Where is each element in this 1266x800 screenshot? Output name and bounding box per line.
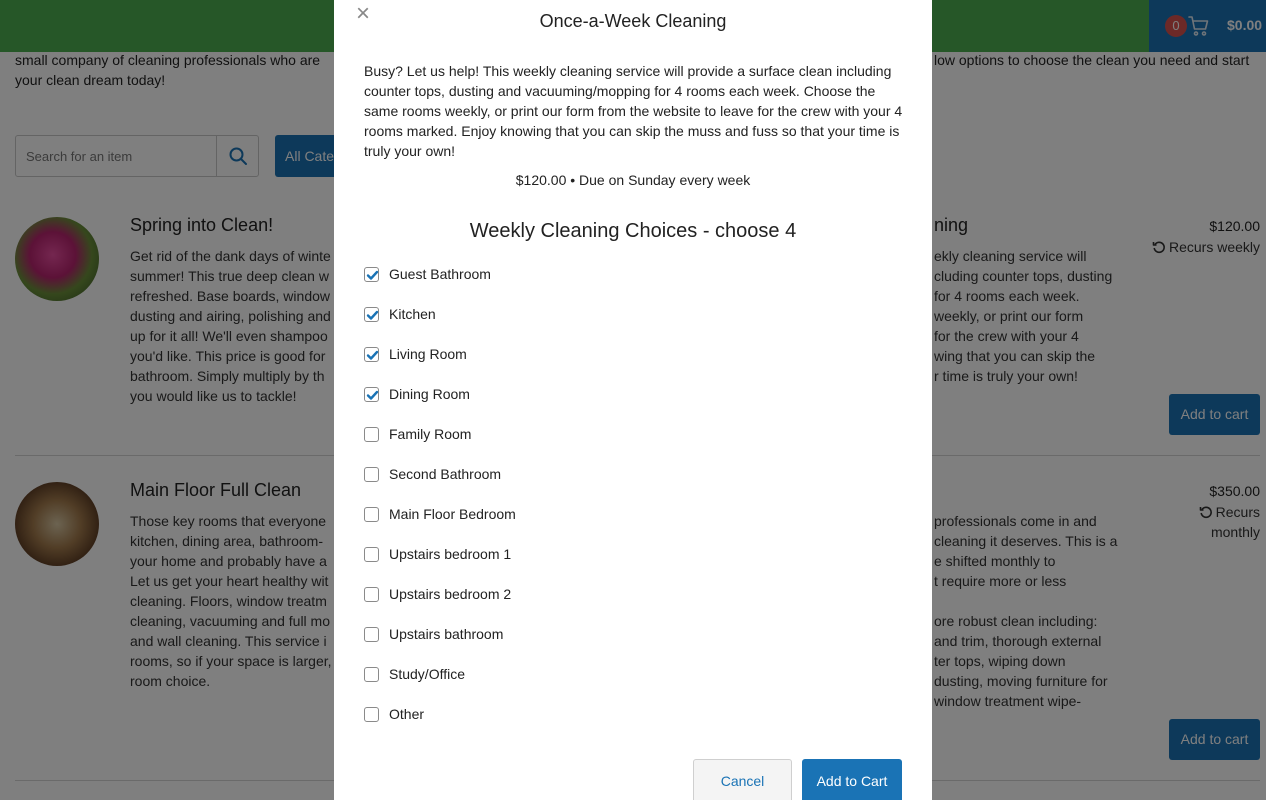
choice-option[interactable]: Upstairs bathroom: [364, 624, 503, 644]
choice-label[interactable]: Kitchen: [389, 306, 436, 322]
modal-title: Once-a-Week Cleaning: [539, 11, 727, 31]
checkbox-checked[interactable]: [364, 386, 379, 402]
checkbox[interactable]: [364, 466, 379, 482]
choice-option[interactable]: Living Room: [364, 344, 467, 364]
choice-option[interactable]: Second Bathroom: [364, 464, 501, 484]
checkbox[interactable]: [364, 426, 379, 442]
cancel-button[interactable]: Cancel: [693, 759, 792, 800]
choice-label[interactable]: Other: [389, 706, 424, 722]
choice-option[interactable]: Dining Room: [364, 384, 470, 404]
checkbox-checked[interactable]: [364, 266, 379, 282]
choice-label[interactable]: Family Room: [389, 426, 471, 442]
choice-label[interactable]: Living Room: [389, 346, 467, 362]
choice-label[interactable]: Upstairs bedroom 2: [389, 586, 511, 602]
choice-option[interactable]: Guest Bathroom: [364, 264, 491, 284]
choice-option[interactable]: Study/Office: [364, 664, 465, 684]
modal-price-line: $120.00 • Due on Sunday every week: [515, 172, 751, 188]
modal-description: Busy? Let us help! This weekly cleaning …: [364, 63, 903, 159]
add-to-cart-modal-button[interactable]: Add to Cart: [802, 759, 902, 800]
choice-option[interactable]: Kitchen: [364, 304, 436, 324]
checkbox-checked[interactable]: [364, 306, 379, 322]
choices-title: Weekly Cleaning Choices - choose 4: [469, 220, 797, 242]
choice-label[interactable]: Second Bathroom: [389, 466, 501, 482]
choice-label[interactable]: Upstairs bedroom 1: [389, 546, 511, 562]
choice-label[interactable]: Main Floor Bedroom: [389, 506, 516, 522]
choice-option[interactable]: Main Floor Bedroom: [364, 504, 516, 524]
product-options-modal: × Once-a-Week Cleaning Busy? Let us help…: [334, 0, 932, 800]
checkbox[interactable]: [364, 586, 379, 602]
choice-label[interactable]: Guest Bathroom: [389, 266, 491, 282]
choice-option[interactable]: Upstairs bedroom 2: [364, 584, 511, 604]
checkbox-checked[interactable]: [364, 346, 379, 362]
checkbox[interactable]: [364, 666, 379, 682]
choice-option[interactable]: Other: [364, 704, 424, 724]
choice-label[interactable]: Dining Room: [389, 386, 470, 402]
choice-label[interactable]: Upstairs bathroom: [389, 626, 503, 642]
checkbox[interactable]: [364, 546, 379, 562]
choice-option[interactable]: Family Room: [364, 424, 471, 444]
checkbox[interactable]: [364, 626, 379, 642]
checkbox[interactable]: [364, 706, 379, 722]
checkbox[interactable]: [364, 506, 379, 522]
choice-option[interactable]: Upstairs bedroom 1: [364, 544, 511, 564]
choice-label[interactable]: Study/Office: [389, 666, 465, 682]
